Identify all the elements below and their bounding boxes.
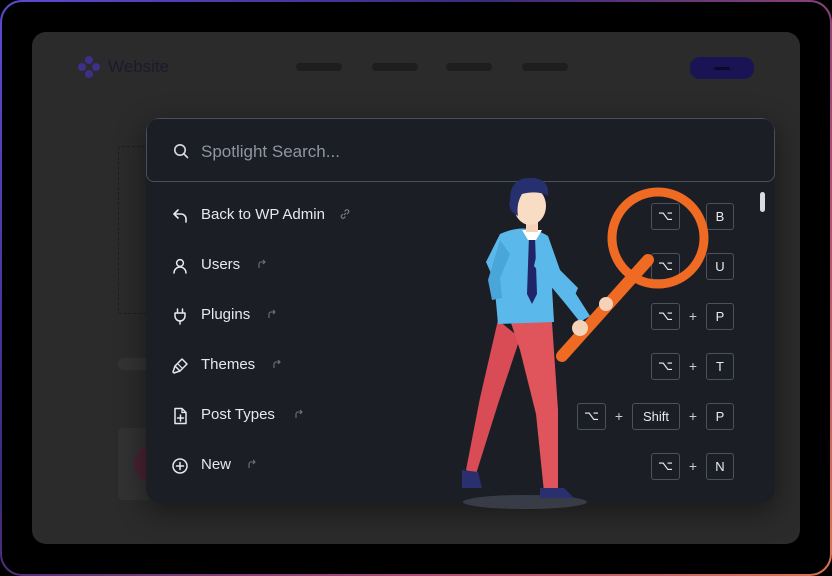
- command-label: Back to WP Admin: [201, 206, 325, 223]
- link-icon: [340, 209, 350, 219]
- hand: [572, 320, 588, 336]
- leg-back: [466, 320, 520, 474]
- plug-icon: [174, 308, 186, 325]
- command-label: Post Types: [201, 406, 275, 423]
- file-plus-icon: [174, 407, 187, 425]
- site-header: Website: [32, 32, 800, 104]
- site-nav-item: [372, 63, 418, 71]
- user-icon: [173, 258, 187, 274]
- hand-back: [599, 297, 613, 311]
- command-label: Plugins: [201, 306, 251, 323]
- site-name: Website: [108, 57, 170, 76]
- external-icon: [268, 309, 276, 318]
- external-icon: [295, 409, 303, 418]
- shoe-front: [540, 488, 574, 498]
- external-icon: [273, 359, 281, 368]
- command-label: Users: [201, 256, 241, 273]
- brush-icon: [172, 358, 188, 374]
- search-input[interactable]: [199, 139, 723, 165]
- plus-circle-icon: [172, 458, 188, 474]
- site-cta-button: [690, 57, 754, 79]
- site-nav-item: [296, 63, 342, 71]
- arrow-back-icon: [173, 209, 187, 223]
- site-logo-icon: [78, 56, 100, 78]
- external-icon: [258, 259, 266, 268]
- search-icon: [174, 144, 189, 159]
- site-nav-item: [446, 63, 492, 71]
- command-label: New: [201, 456, 232, 473]
- person-with-magnifier-illustration: [462, 177, 709, 509]
- shoe-back: [462, 470, 482, 488]
- command-label: Themes: [201, 356, 256, 373]
- external-icon: [248, 459, 256, 468]
- magnifying-glass-icon: [607, 187, 709, 289]
- site-nav-item: [522, 63, 568, 71]
